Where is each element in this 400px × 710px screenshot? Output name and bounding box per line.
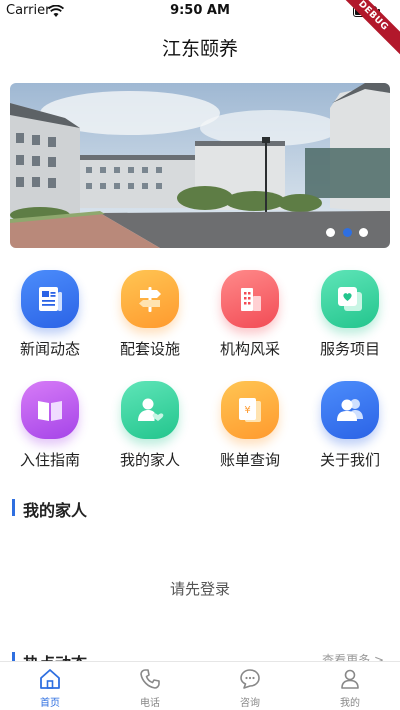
clock: 9:50 AM (170, 3, 230, 18)
menu-label: 账单查询 (219, 451, 280, 469)
heart-card-icon (321, 270, 379, 328)
chat-icon (240, 669, 260, 689)
menu-item-family[interactable]: 我的家人 (100, 381, 200, 481)
phone-icon (140, 669, 160, 689)
family-icon (121, 381, 179, 439)
carousel-dot-active[interactable] (343, 228, 352, 237)
family-section-title: 我的家人 (23, 501, 88, 520)
bottom-tab-bar: 首页 电话 咨询 我的 (0, 661, 400, 710)
menu-label: 我的家人 (119, 451, 180, 469)
page-title: 江东颐养 (161, 38, 238, 60)
login-prompt[interactable]: 请先登录 (0, 578, 400, 599)
signpost-icon (121, 270, 179, 328)
people-icon (321, 381, 379, 439)
tab-home[interactable]: 首页 (0, 662, 100, 710)
menu-item-guide[interactable]: 入住指南 (0, 381, 100, 481)
carousel-dot[interactable] (326, 228, 335, 237)
menu-item-bill[interactable]: ¥ 账单查询 (200, 381, 300, 481)
tab-label: 首页 (40, 698, 60, 709)
home-icon (40, 669, 60, 689)
menu-label: 关于我们 (319, 451, 380, 469)
tab-label: 咨询 (240, 698, 260, 709)
menu-item-about[interactable]: 关于我们 (300, 381, 400, 481)
svg-text:¥: ¥ (244, 405, 250, 416)
menu-label: 入住指南 (19, 451, 80, 469)
building-icon (221, 270, 279, 328)
tab-consult[interactable]: 咨询 (200, 662, 300, 710)
tab-label: 电话 (140, 698, 160, 709)
bill-icon: ¥ (221, 381, 279, 439)
tab-label: 我的 (340, 698, 360, 709)
menu-item-services[interactable]: 服务项目 (300, 270, 400, 370)
menu-label: 新闻动态 (19, 340, 80, 358)
menu-item-facilities[interactable]: 配套设施 (100, 270, 200, 370)
carousel-dot[interactable] (359, 228, 368, 237)
menu-label: 配套设施 (119, 340, 180, 358)
menu-item-news[interactable]: 新闻动态 (0, 270, 100, 370)
tab-mine[interactable]: 我的 (300, 662, 400, 710)
status-bar: Carrier 9:50 AM (0, 0, 400, 22)
tab-phone[interactable]: 电话 (100, 662, 200, 710)
menu-label: 机构风采 (219, 340, 280, 358)
profile-icon (341, 669, 359, 689)
menu-item-institution[interactable]: 机构风采 (200, 270, 300, 370)
banner-photo (10, 83, 390, 248)
book-icon (21, 381, 79, 439)
banner-carousel[interactable] (10, 83, 390, 248)
menu-label: 服务项目 (319, 340, 380, 358)
news-icon (21, 270, 79, 328)
